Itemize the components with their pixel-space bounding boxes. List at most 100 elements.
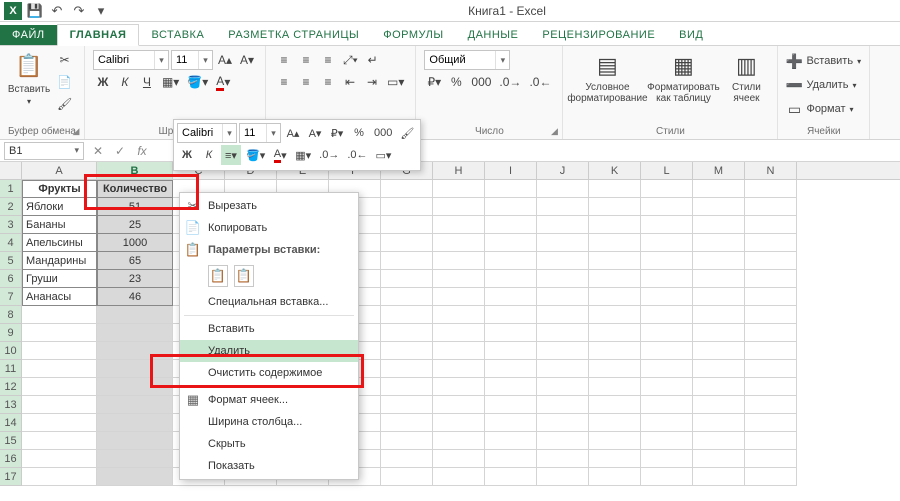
mini-align-button[interactable]: ≡▾ bbox=[221, 145, 241, 165]
cell[interactable] bbox=[22, 378, 97, 396]
cell[interactable] bbox=[433, 360, 485, 378]
cell[interactable] bbox=[745, 432, 797, 450]
clipboard-launcher-icon[interactable]: ◢ bbox=[70, 125, 82, 137]
save-button[interactable]: 💾 bbox=[26, 2, 44, 20]
increase-indent-button[interactable]: ⇥ bbox=[362, 72, 382, 92]
tab-page-layout[interactable]: РАЗМЕТКА СТРАНИЦЫ bbox=[216, 25, 371, 45]
cell[interactable] bbox=[22, 360, 97, 378]
cell[interactable] bbox=[537, 342, 589, 360]
cell[interactable] bbox=[693, 288, 745, 306]
increase-font-button[interactable]: A▴ bbox=[215, 50, 235, 70]
cell[interactable] bbox=[433, 378, 485, 396]
cell[interactable] bbox=[537, 252, 589, 270]
cell[interactable] bbox=[97, 414, 173, 432]
cell[interactable] bbox=[381, 396, 433, 414]
align-top-button[interactable]: ≡ bbox=[274, 50, 294, 70]
cell[interactable] bbox=[589, 360, 641, 378]
cell[interactable] bbox=[589, 468, 641, 486]
row-header[interactable]: 11 bbox=[0, 360, 22, 378]
select-all-corner[interactable] bbox=[0, 162, 22, 179]
paste-button[interactable]: 📋 Вставить ▾ bbox=[8, 50, 50, 106]
number-launcher-icon[interactable]: ◢ bbox=[548, 125, 560, 137]
cell[interactable] bbox=[589, 252, 641, 270]
cell[interactable] bbox=[693, 378, 745, 396]
cell[interactable] bbox=[381, 270, 433, 288]
cell[interactable] bbox=[641, 414, 693, 432]
cell[interactable] bbox=[641, 396, 693, 414]
cell[interactable] bbox=[433, 432, 485, 450]
increase-decimal-button[interactable]: .0→ bbox=[496, 72, 524, 92]
mini-inc-decimal-button[interactable]: .0→ bbox=[316, 145, 342, 165]
cell[interactable] bbox=[22, 306, 97, 324]
tab-view[interactable]: ВИД bbox=[667, 25, 715, 45]
cell[interactable] bbox=[485, 450, 537, 468]
tab-review[interactable]: РЕЦЕНЗИРОВАНИЕ bbox=[530, 25, 667, 45]
cell[interactable] bbox=[589, 216, 641, 234]
tab-home[interactable]: ГЛАВНАЯ bbox=[57, 24, 140, 46]
cell[interactable] bbox=[537, 306, 589, 324]
column-header-h[interactable]: H bbox=[433, 162, 485, 179]
cell[interactable] bbox=[485, 468, 537, 486]
cell[interactable] bbox=[381, 324, 433, 342]
wrap-text-button[interactable]: ↵ bbox=[363, 50, 383, 70]
mini-comma-button[interactable]: 000 bbox=[371, 123, 395, 143]
cell[interactable] bbox=[745, 360, 797, 378]
cell[interactable] bbox=[641, 306, 693, 324]
cell[interactable] bbox=[485, 270, 537, 288]
cell[interactable] bbox=[693, 306, 745, 324]
mini-font-name-dropdown[interactable]: ▾ bbox=[177, 123, 237, 143]
cell[interactable]: 1000 bbox=[97, 234, 173, 252]
cell[interactable] bbox=[693, 270, 745, 288]
cell[interactable] bbox=[381, 198, 433, 216]
cell[interactable] bbox=[433, 180, 485, 198]
fill-color-button[interactable]: 🪣▾ bbox=[184, 72, 211, 92]
cell[interactable] bbox=[381, 432, 433, 450]
mini-dec-decimal-button[interactable]: .0← bbox=[344, 145, 370, 165]
column-header-m[interactable]: M bbox=[693, 162, 745, 179]
cell[interactable]: Бананы bbox=[22, 216, 97, 234]
row-header[interactable]: 14 bbox=[0, 414, 22, 432]
cell[interactable] bbox=[537, 198, 589, 216]
cell[interactable] bbox=[433, 288, 485, 306]
cell[interactable] bbox=[589, 432, 641, 450]
mini-merge-button[interactable]: ▭▾ bbox=[373, 145, 395, 165]
cell[interactable] bbox=[589, 270, 641, 288]
row-header[interactable]: 9 bbox=[0, 324, 22, 342]
cell[interactable]: 46 bbox=[97, 288, 173, 306]
cell[interactable] bbox=[97, 378, 173, 396]
orientation-button[interactable]: ⤢▾ bbox=[340, 50, 361, 70]
cell[interactable] bbox=[433, 234, 485, 252]
cell[interactable] bbox=[433, 198, 485, 216]
cell[interactable] bbox=[97, 450, 173, 468]
cell[interactable] bbox=[641, 324, 693, 342]
cell[interactable] bbox=[745, 450, 797, 468]
mini-currency-button[interactable]: ₽▾ bbox=[327, 123, 347, 143]
mini-font-color-button[interactable]: A▾ bbox=[270, 145, 290, 165]
column-header-a[interactable]: A bbox=[22, 162, 97, 179]
cell[interactable] bbox=[537, 216, 589, 234]
row-header[interactable]: 10 bbox=[0, 342, 22, 360]
tab-insert[interactable]: ВСТАВКА bbox=[139, 25, 216, 45]
cell[interactable] bbox=[537, 468, 589, 486]
cell[interactable] bbox=[433, 396, 485, 414]
cell[interactable] bbox=[745, 234, 797, 252]
cell[interactable] bbox=[693, 234, 745, 252]
cell[interactable] bbox=[22, 414, 97, 432]
cell[interactable] bbox=[537, 288, 589, 306]
mini-fill-color-button[interactable]: 🪣▾ bbox=[243, 145, 268, 165]
cell[interactable] bbox=[433, 468, 485, 486]
cell[interactable] bbox=[693, 180, 745, 198]
cell[interactable] bbox=[485, 432, 537, 450]
cell[interactable] bbox=[589, 288, 641, 306]
ctx-clear[interactable]: Очистить содержимое bbox=[180, 362, 358, 384]
font-color-button[interactable]: A▾ bbox=[213, 72, 233, 92]
row-header[interactable]: 1 bbox=[0, 180, 22, 198]
cell[interactable] bbox=[485, 306, 537, 324]
cell[interactable] bbox=[97, 432, 173, 450]
cell[interactable] bbox=[589, 396, 641, 414]
cell[interactable] bbox=[641, 432, 693, 450]
cell[interactable] bbox=[745, 378, 797, 396]
cell[interactable] bbox=[745, 252, 797, 270]
cell[interactable] bbox=[537, 450, 589, 468]
fx-button[interactable]: fx bbox=[132, 142, 152, 160]
